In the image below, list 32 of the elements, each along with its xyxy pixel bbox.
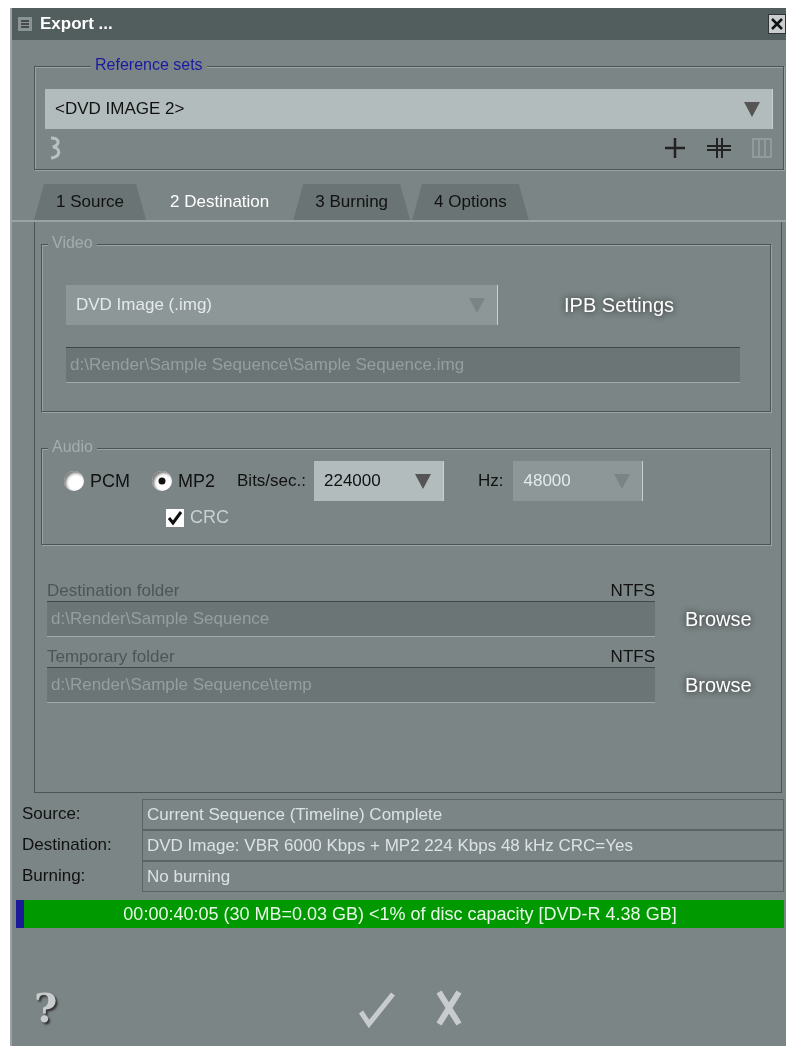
summary-value: Current Sequence (Timeline) Complete: [142, 799, 784, 830]
close-button[interactable]: [768, 14, 786, 34]
filesystem-label: NTFS: [610, 647, 655, 667]
dropdown-arrow-icon: [413, 472, 433, 490]
filesystem-label: NTFS: [610, 581, 655, 601]
checkmark-icon: [167, 509, 183, 526]
summary-label: Destination:: [22, 834, 113, 856]
summary-label: Burning:: [22, 865, 87, 887]
browse-button[interactable]: Browse: [679, 606, 758, 632]
summary-value: DVD Image: VBR 6000 Kbps + MP2 224 Kbps 48 kHz CRC=Yes: [142, 830, 784, 861]
add-icon[interactable]: [663, 136, 687, 160]
reference-set-dropdown[interactable]: <DVD IMAGE 2>: [45, 89, 773, 129]
crc-checkbox[interactable]: CRC: [166, 507, 229, 528]
browse-button[interactable]: Browse: [679, 672, 758, 698]
capacity-text: 00:00:40:05 (30 MB=0.03 GB) <1% of disc capacity [DVD-R 4.38 GB]: [123, 903, 677, 925]
menu-icon[interactable]: [18, 17, 32, 31]
tab[interactable]: 1 Source: [34, 184, 147, 220]
radio-dot-icon: [158, 477, 166, 485]
radio-button[interactable]: PCM: [64, 470, 130, 492]
help-button[interactable]: ?: [34, 984, 58, 1031]
add-multiple-icon[interactable]: [705, 136, 733, 160]
summary-label: Source:: [22, 803, 82, 825]
bitrate-label: Bits/sec.:: [237, 471, 306, 491]
bitrate-dropdown[interactable]: 224000: [314, 461, 444, 501]
ipb-settings-button[interactable]: IPB Settings: [558, 292, 681, 318]
window-title: Export ...: [40, 14, 114, 34]
summary-value: No burning: [142, 861, 784, 892]
tab[interactable]: 3 Burning: [293, 184, 411, 220]
radio-button[interactable]: MP2: [152, 470, 215, 492]
dropdown-arrow-icon: [742, 100, 762, 118]
tab[interactable]: 4 Options: [412, 184, 529, 220]
hz-label: Hz:: [478, 471, 504, 491]
